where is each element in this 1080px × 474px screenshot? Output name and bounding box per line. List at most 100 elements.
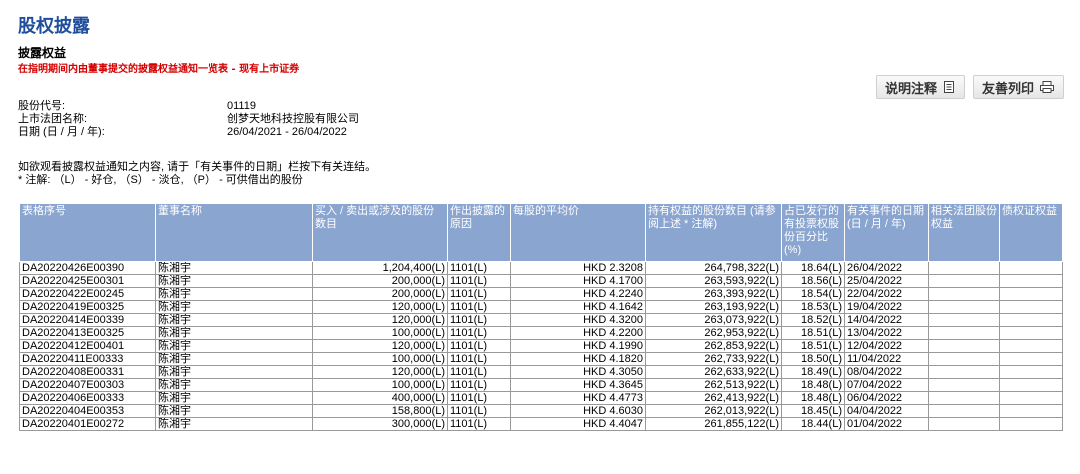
shares-held-cell: 262,013,922(L): [645, 404, 782, 418]
event-date-cell[interactable]: 13/04/2022: [844, 326, 929, 340]
event-date-cell[interactable]: 14/04/2022: [844, 313, 929, 327]
table-row: DA20220408E00331 陈湘宇 120,000(L) 1101(L) HKD …: [19, 365, 1063, 379]
print-button[interactable]: 友善列印: [972, 75, 1064, 99]
column-header-shares-held: 持有权益的股份数目 (请参阅上述 * 注解): [645, 203, 782, 262]
associated-corp-cell: [928, 352, 1000, 366]
date-row: 日期 (日 / 月 / 年): 26/04/2021 - 26/04/2022: [18, 126, 359, 139]
column-header-director-name: 董事名称: [155, 203, 313, 262]
director-name-cell: 陈湘宇: [155, 378, 313, 392]
column-header-average-price: 每股的平均价: [510, 203, 646, 262]
event-date-cell[interactable]: 26/04/2022: [844, 261, 929, 275]
event-date-cell[interactable]: 08/04/2022: [844, 365, 929, 379]
company-value: 创梦天地科技控股有限公司: [227, 113, 359, 125]
column-header-shares-involved: 买入 / 卖出或涉及的股份数目: [312, 203, 448, 262]
average-price-cell: HKD 4.1700: [510, 274, 646, 288]
average-price-cell: HKD 4.6030: [510, 404, 646, 418]
associated-corp-cell: [928, 404, 1000, 418]
shares-involved-cell: 158,800(L): [312, 404, 448, 418]
associated-corp-cell: [928, 339, 1000, 353]
percentage-cell: 18.53(L): [781, 300, 845, 314]
reason-cell: 1101(L): [447, 326, 511, 340]
shares-involved-cell: 100,000(L): [312, 378, 448, 392]
event-date-cell[interactable]: 04/04/2022: [844, 404, 929, 418]
associated-corp-cell: [928, 365, 1000, 379]
director-name-cell: 陈湘宇: [155, 300, 313, 314]
debentures-cell: [999, 300, 1063, 314]
director-name-cell: 陈湘宇: [155, 391, 313, 405]
associated-corp-cell: [928, 378, 1000, 392]
average-price-cell: HKD 4.3200: [510, 313, 646, 327]
associated-corp-cell: [928, 300, 1000, 314]
debentures-cell: [999, 352, 1063, 366]
stock-info: 股份代号: 01119 上市法团名称: 创梦天地科技控股有限公司 日期 (日 /…: [18, 100, 359, 139]
debentures-cell: [999, 313, 1063, 327]
shares-held-cell: 263,393,922(L): [645, 287, 782, 301]
event-date-cell[interactable]: 22/04/2022: [844, 287, 929, 301]
shares-involved-cell: 400,000(L): [312, 391, 448, 405]
notes-button[interactable]: 说明注释: [875, 75, 965, 99]
director-name-cell: 陈湘宇: [155, 313, 313, 327]
shares-held-cell: 261,855,122(L): [645, 417, 782, 431]
associated-corp-cell: [928, 261, 1000, 275]
director-name-cell: 陈湘宇: [155, 274, 313, 288]
form-serial-cell: DA20220404E00353: [19, 404, 156, 418]
event-date-cell[interactable]: 25/04/2022: [844, 274, 929, 288]
debentures-cell: [999, 365, 1063, 379]
column-header-associated-corp: 相关法团股份权益: [928, 203, 1000, 262]
percentage-cell: 18.51(L): [781, 326, 845, 340]
event-date-cell[interactable]: 07/04/2022: [844, 378, 929, 392]
notes-legend: * 注解: （L） - 好仓, （S） - 淡仓, （P） - 可供借出的股份: [18, 174, 303, 186]
percentage-cell: 18.49(L): [781, 365, 845, 379]
form-serial-cell: DA20220412E00401: [19, 339, 156, 353]
event-date-cell[interactable]: 19/04/2022: [844, 300, 929, 314]
date-label: 日期 (日 / 月 / 年):: [18, 126, 105, 138]
percentage-cell: 18.51(L): [781, 339, 845, 353]
debentures-cell: [999, 287, 1063, 301]
percentage-cell: 18.50(L): [781, 352, 845, 366]
disclosure-table: 表格序号 董事名称 买入 / 卖出或涉及的股份数目 作出披露的原因 每股的平均价…: [19, 203, 1063, 431]
company-row: 上市法团名称: 创梦天地科技控股有限公司: [18, 113, 359, 126]
percentage-cell: 18.44(L): [781, 417, 845, 431]
reason-cell: 1101(L): [447, 365, 511, 379]
column-header-percentage: 占已发行的有投票权股份百分比 (%): [781, 203, 845, 262]
table-row: DA20220407E00303 陈湘宇 100,000(L) 1101(L) HKD …: [19, 378, 1063, 392]
percentage-cell: 18.45(L): [781, 404, 845, 418]
form-serial-cell: DA20220422E00245: [19, 287, 156, 301]
table-row: DA20220401E00272 陈湘宇 300,000(L) 1101(L) HKD …: [19, 417, 1063, 431]
percentage-cell: 18.48(L): [781, 391, 845, 405]
table-row: DA20220426E00390 陈湘宇 1,204,400(L) 1101(L) HK…: [19, 261, 1063, 275]
notes-button-label: 说明注释: [884, 81, 937, 97]
shares-held-cell: 262,733,922(L): [645, 352, 782, 366]
table-row: DA20220422E00245 陈湘宇 200,000(L) 1101(L) HKD …: [19, 287, 1063, 301]
event-date-cell[interactable]: 01/04/2022: [844, 417, 929, 431]
table-row: DA20220411E00333 陈湘宇 100,000(L) 1101(L) HKD …: [19, 352, 1063, 366]
average-price-cell: HKD 4.1642: [510, 300, 646, 314]
director-name-cell: 陈湘宇: [155, 326, 313, 340]
table-header-row: 表格序号 董事名称 买入 / 卖出或涉及的股份数目 作出披露的原因 每股的平均价…: [19, 203, 1063, 262]
associated-corp-cell: [928, 313, 1000, 327]
debentures-cell: [999, 417, 1063, 431]
date-range-value: 26/04/2021 - 26/04/2022: [227, 126, 347, 138]
shares-involved-cell: 200,000(L): [312, 287, 448, 301]
form-serial-cell: DA20220406E00333: [19, 391, 156, 405]
event-date-cell[interactable]: 06/04/2022: [844, 391, 929, 405]
shares-held-cell: 263,593,922(L): [645, 274, 782, 288]
percentage-cell: 18.52(L): [781, 313, 845, 327]
event-date-cell[interactable]: 11/04/2022: [844, 352, 929, 366]
form-serial-cell: DA20220407E00303: [19, 378, 156, 392]
average-price-cell: HKD 4.3645: [510, 378, 646, 392]
shares-involved-cell: 120,000(L): [312, 339, 448, 353]
column-header-event-date: 有关事件的日期 (日 / 月 / 年): [844, 203, 929, 262]
reason-cell: 1101(L): [447, 404, 511, 418]
debentures-cell: [999, 261, 1063, 275]
table-row: DA20220412E00401 陈湘宇 120,000(L) 1101(L) HKD …: [19, 339, 1063, 353]
section-subtitle: 在指明期间内由董事提交的披露权益通知一览表 - 现有上市证券: [18, 64, 300, 75]
shares-involved-cell: 1,204,400(L): [312, 261, 448, 275]
form-serial-cell: DA20220414E00339: [19, 313, 156, 327]
page-title: 股权披露: [18, 16, 90, 37]
shares-held-cell: 264,798,322(L): [645, 261, 782, 275]
percentage-cell: 18.64(L): [781, 261, 845, 275]
associated-corp-cell: [928, 287, 1000, 301]
form-serial-cell: DA20220401E00272: [19, 417, 156, 431]
event-date-cell[interactable]: 12/04/2022: [844, 339, 929, 353]
